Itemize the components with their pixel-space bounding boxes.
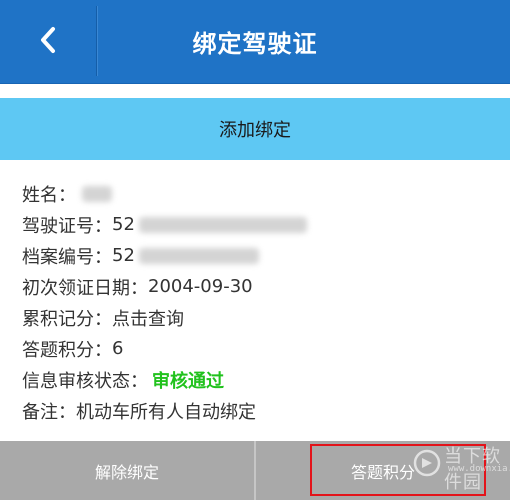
license-number-prefix: 52: [112, 214, 135, 235]
unbind-button[interactable]: 解除绑定: [0, 441, 254, 500]
license-number-label: 驾驶证号：: [22, 215, 112, 237]
name-value-blurred: [82, 185, 112, 202]
quiz-points-row: 答题积分： 6: [22, 333, 510, 364]
name-label: 姓名：: [22, 184, 76, 206]
review-status-label: 信息审核状态：: [22, 370, 148, 392]
note-label: 备注：: [22, 401, 76, 423]
note-row: 备注： 机动车所有人自动绑定: [22, 395, 510, 426]
quiz-points-label: 答题积分：: [22, 339, 112, 361]
add-binding-button[interactable]: 添加绑定: [0, 98, 510, 160]
first-issue-label: 初次领证日期：: [22, 277, 148, 299]
quiz-points-value: 6: [112, 338, 124, 359]
highlight-frame: [310, 444, 486, 496]
license-info: 姓名： 驾驶证号： 52 档案编号： 52 初次领证日期： 2004-09-30…: [22, 178, 510, 426]
file-number-blurred: [138, 247, 259, 264]
back-button[interactable]: [0, 0, 96, 83]
page-title: 绑定驾驶证: [192, 30, 318, 58]
first-issue-value: 2004-09-30: [148, 276, 253, 297]
points-row: 累积记分： 点击查询: [22, 302, 510, 333]
file-number-row: 档案编号： 52: [22, 240, 510, 271]
title-bar: 绑定驾驶证: [0, 0, 510, 84]
points-query-link[interactable]: 点击查询: [112, 305, 184, 331]
review-status-value: 审核通过: [152, 370, 224, 392]
file-number-prefix: 52: [112, 245, 135, 266]
name-row: 姓名：: [22, 178, 510, 209]
license-number-row: 驾驶证号： 52: [22, 209, 510, 240]
first-issue-row: 初次领证日期： 2004-09-30: [22, 271, 510, 302]
note-value: 机动车所有人自动绑定: [76, 401, 256, 423]
chevron-left-icon: [38, 26, 58, 58]
file-number-label: 档案编号：: [22, 246, 112, 268]
license-number-blurred: [138, 216, 307, 233]
points-label: 累积记分：: [22, 308, 112, 330]
review-status-row: 信息审核状态： 审核通过: [22, 364, 510, 395]
